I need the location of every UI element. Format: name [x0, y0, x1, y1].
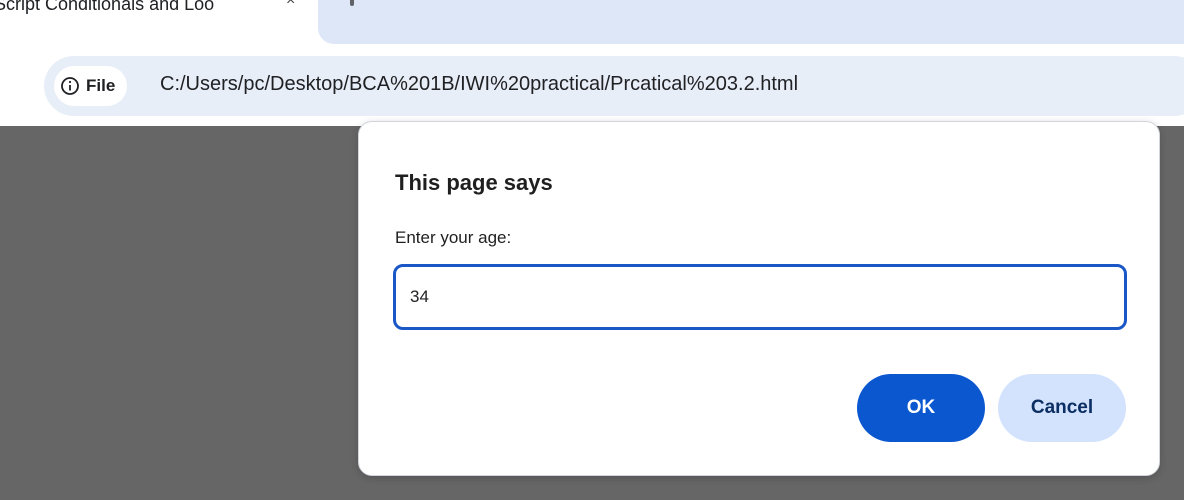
close-icon[interactable]: ×: [286, 0, 295, 10]
age-input[interactable]: [393, 264, 1127, 330]
site-chip-label: File: [86, 76, 116, 95]
dialog-title: This page says: [395, 170, 553, 195]
tab-title[interactable]: Script Conditionals and Loo: [0, 0, 214, 15]
address-bar[interactable]: File C:/Users/pc/Desktop/BCA%201B/IWI%20…: [44, 56, 1184, 116]
ok-button[interactable]: OK: [857, 374, 985, 442]
tab-favicon-icon: [350, 0, 354, 6]
browser-toolbar: File C:/Users/pc/Desktop/BCA%201B/IWI%20…: [0, 44, 1184, 120]
info-icon: [61, 77, 79, 95]
tab-strip: Script Conditionals and Loo ×: [0, 0, 1184, 44]
url-text[interactable]: C:/Users/pc/Desktop/BCA%201B/IWI%20pract…: [160, 73, 798, 96]
cancel-button[interactable]: Cancel: [998, 374, 1126, 442]
site-info-chip[interactable]: File: [54, 66, 128, 106]
prompt-dialog: This page says Enter your age: OK Cancel: [358, 121, 1160, 476]
active-tab[interactable]: [318, 0, 1184, 44]
dialog-message: Enter your age:: [395, 228, 512, 247]
